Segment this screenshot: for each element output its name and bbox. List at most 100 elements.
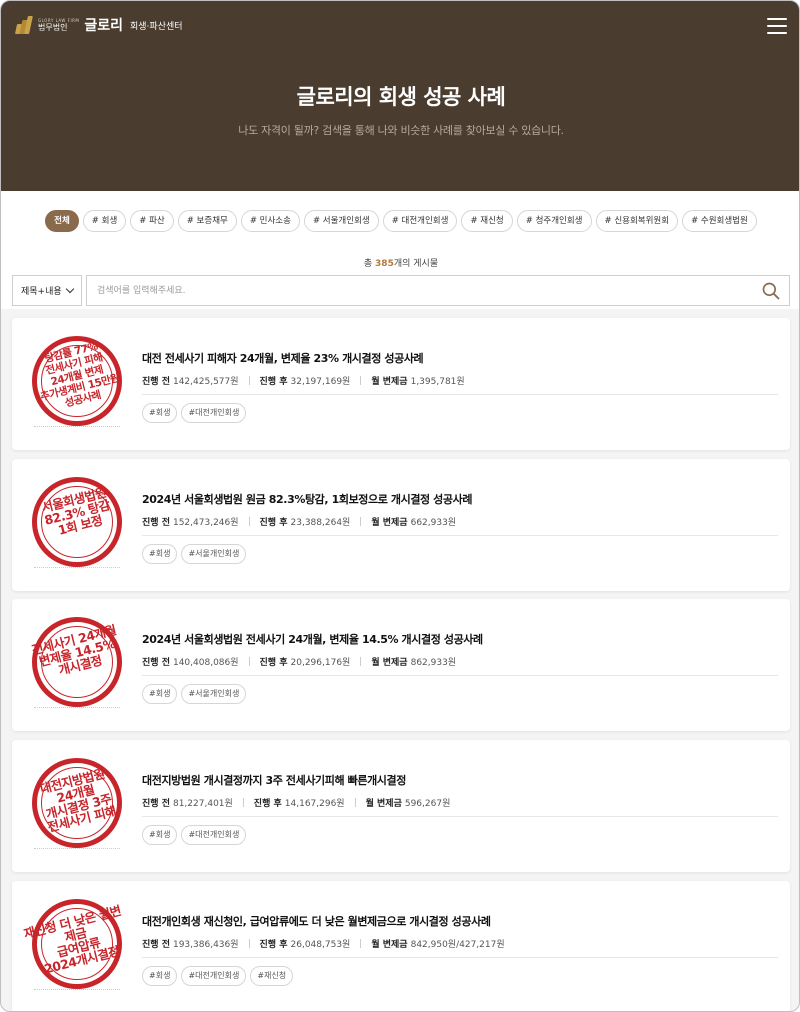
category-tag[interactable]: # 파산	[130, 210, 174, 232]
case-title[interactable]: 대전개인회생 재신청인, 급여압류에도 더 낮은 월변제금으로 개시결정 성공사…	[142, 913, 491, 929]
search-icon[interactable]	[761, 281, 781, 301]
stat-separator	[360, 657, 362, 666]
case-thumbnail: 전세사기 24개월 변제율 14.5% 개시결정	[26, 611, 128, 713]
stat-label: 진행 후	[259, 377, 288, 387]
case-stats: 진행 전 152,473,246원 진행 후 23,388,264원 월 변제금 662,…	[142, 515, 456, 528]
stat-value: 193,386,436원	[172, 940, 239, 950]
stat-monthly: 월 변제금 862,933원	[371, 655, 456, 668]
case-tag[interactable]: #대전개인회생	[181, 403, 247, 423]
stat-monthly: 월 변제금 662,933원	[371, 515, 456, 528]
category-tag[interactable]: # 회생	[82, 210, 127, 232]
case-thumbnail: 재신청 더 낮은 월변제금 급여압류 2024개시결정	[22, 893, 128, 995]
case-card[interactable]: 서울회생법원 82.3% 탕감 1회 보정 2024년 서울회생법원 원금 82.3%…	[12, 459, 790, 591]
case-thumbnail: 탕감률 77% 전세사기 피해 24개월 변제 추가생계비 15만원 성공사례	[26, 330, 128, 432]
case-tags: #회생 #서울개인회생	[142, 544, 247, 564]
stat-value: 140,408,086원	[172, 658, 239, 668]
case-tag[interactable]: #서울개인회생	[181, 684, 247, 704]
stat-after: 진행 후 14,167,296원	[254, 796, 345, 809]
stat-before: 진행 전 140,408,086원	[142, 655, 239, 668]
tag-all[interactable]: 전체	[45, 210, 79, 232]
stamp-text: 탕감률 77% 전세사기 피해 24개월 변제 추가생계비 15만원 성공사례	[39, 340, 121, 410]
logo[interactable]: GLORY LAW FIRM 법무법인 글로리 회생·파산센터	[14, 15, 183, 35]
case-stats: 진행 전 142,425,577원 진행 후 32,197,169원 월 변제금 1,39…	[142, 374, 465, 387]
case-title[interactable]: 2024년 서울회생법원 전세사기 24개월, 변제율 14.5% 개시결정 성…	[142, 631, 483, 647]
case-tag[interactable]: #서울개인회생	[181, 544, 247, 564]
logo-firm: 법무법인	[38, 22, 68, 32]
thumb-divider	[34, 426, 120, 430]
hamburger-menu-icon[interactable]	[767, 18, 787, 34]
stat-label: 월 변제금	[371, 658, 408, 668]
logo-mark-icon	[14, 16, 33, 34]
category-tag[interactable]: # 보증채무	[177, 210, 237, 232]
total-count: 총 385개의 게시물	[1, 256, 799, 269]
search-input[interactable]	[87, 276, 789, 305]
stat-separator	[360, 376, 362, 385]
category-tag[interactable]: # 재신청	[461, 210, 513, 232]
thumb-divider	[34, 848, 120, 852]
page-frame: GLORY LAW FIRM 법무법인 글로리 회생·파산센터 글로리의 회생 …	[0, 0, 800, 1012]
stat-label: 진행 후	[259, 940, 288, 950]
case-card[interactable]: 대전지방법원 24개월 개시결정 3주 전세사기 피해 대전지방법원 개시결정까지 3주…	[12, 740, 790, 872]
category-tag[interactable]: # 신용회복위원회	[595, 210, 679, 232]
card-divider	[142, 957, 778, 958]
logo-small: GLORY LAW FIRM 법무법인	[38, 18, 79, 32]
category-tag[interactable]: # 서울개인회생	[303, 210, 379, 232]
stat-label: 진행 후	[259, 518, 288, 528]
card-divider	[142, 675, 778, 676]
case-tag[interactable]: #회생	[142, 966, 178, 986]
stat-label: 월 변제금	[371, 518, 408, 528]
stat-label: 진행 전	[142, 377, 170, 387]
category-tag[interactable]: # 민사소송	[240, 210, 300, 232]
case-tag[interactable]: #재신청	[250, 966, 294, 986]
case-tag[interactable]: #대전개인회생	[181, 825, 247, 845]
case-tags: #회생 #대전개인회생	[142, 403, 247, 423]
case-tags: #회생 #대전개인회생	[142, 825, 247, 845]
category-tag[interactable]: # 청주개인회생	[516, 210, 592, 232]
search-type-value: 제목+내용	[21, 287, 62, 297]
stat-label: 진행 후	[253, 799, 282, 809]
stat-label: 진행 후	[259, 658, 288, 668]
category-tag-list: 전체 # 회생 # 파산 # 보증채무 # 민사소송 # 서울개인회생 # 대전개인회생 # …	[1, 210, 799, 232]
stat-value: 32,197,169원	[290, 377, 351, 387]
case-tags: #회생 #서울개인회생	[142, 684, 247, 704]
case-title[interactable]: 대전 전세사기 피해자 24개월, 변제율 23% 개시결정 성공사례	[142, 350, 424, 366]
stat-label: 월 변제금	[371, 377, 408, 387]
thumb-divider	[34, 567, 120, 571]
case-tag[interactable]: #대전개인회생	[181, 966, 247, 986]
search-box	[86, 275, 790, 306]
case-thumbnail: 대전지방법원 24개월 개시결정 3주 전세사기 피해	[26, 752, 128, 854]
case-tag[interactable]: #회생	[142, 684, 178, 704]
case-stats: 진행 전 193,386,436원 진행 후 26,048,753원 월 변제금 842,…	[142, 937, 505, 950]
card-divider	[142, 535, 778, 536]
case-tag[interactable]: #회생	[142, 825, 178, 845]
stat-label: 월 변제금	[371, 940, 408, 950]
stat-after: 진행 후 26,048,753원	[260, 937, 351, 950]
stat-separator	[242, 798, 244, 807]
stat-after: 진행 후 32,197,169원	[260, 374, 351, 387]
stamp-text: 재신청 더 낮은 월변제금 급여압류 2024개시결정	[22, 902, 123, 977]
case-title[interactable]: 2024년 서울회생법원 원금 82.3%탕감, 1회보정으로 개시결정 성공사…	[142, 491, 472, 507]
logo-sub: 회생·파산센터	[130, 21, 183, 32]
stat-after: 진행 후 23,388,264원	[260, 515, 351, 528]
category-tag[interactable]: # 대전개인회생	[382, 210, 458, 232]
category-tag[interactable]: # 수원회생법원	[682, 210, 757, 232]
stat-label: 진행 전	[142, 518, 170, 528]
page-title: 글로리의 회생 성공 사례	[296, 85, 506, 109]
case-card[interactable]: 전세사기 24개월 변제율 14.5% 개시결정 2024년 서울회생법원 전세사기 …	[12, 599, 790, 731]
case-stats: 진행 전 81,227,401원 진행 후 14,167,296원 월 변제금 596,2…	[142, 796, 450, 809]
case-tag[interactable]: #회생	[142, 544, 178, 564]
case-card[interactable]: 탕감률 77% 전세사기 피해 24개월 변제 추가생계비 15만원 성공사례 대전 전세…	[12, 318, 790, 450]
stat-separator	[248, 657, 250, 666]
case-title[interactable]: 대전지방법원 개시결정까지 3주 전세사기피해 빠른개시결정	[142, 772, 406, 788]
case-tag[interactable]: #회생	[142, 403, 178, 423]
case-card[interactable]: 재신청 더 낮은 월변제금 급여압류 2024개시결정 대전개인회생 재신청인, 급여…	[12, 881, 790, 1011]
stat-label: 진행 전	[142, 658, 170, 668]
stat-value: 1,395,781원	[410, 377, 465, 387]
stat-before: 진행 전 152,473,246원	[142, 515, 239, 528]
thumb-divider	[34, 989, 120, 993]
stat-before: 진행 전 193,386,436원	[142, 937, 239, 950]
total-suffix: 개의 게시물	[393, 259, 439, 269]
search-type-select[interactable]: 제목+내용	[12, 275, 82, 306]
stat-value: 142,425,577원	[172, 377, 239, 387]
chevron-down-icon	[65, 284, 75, 294]
